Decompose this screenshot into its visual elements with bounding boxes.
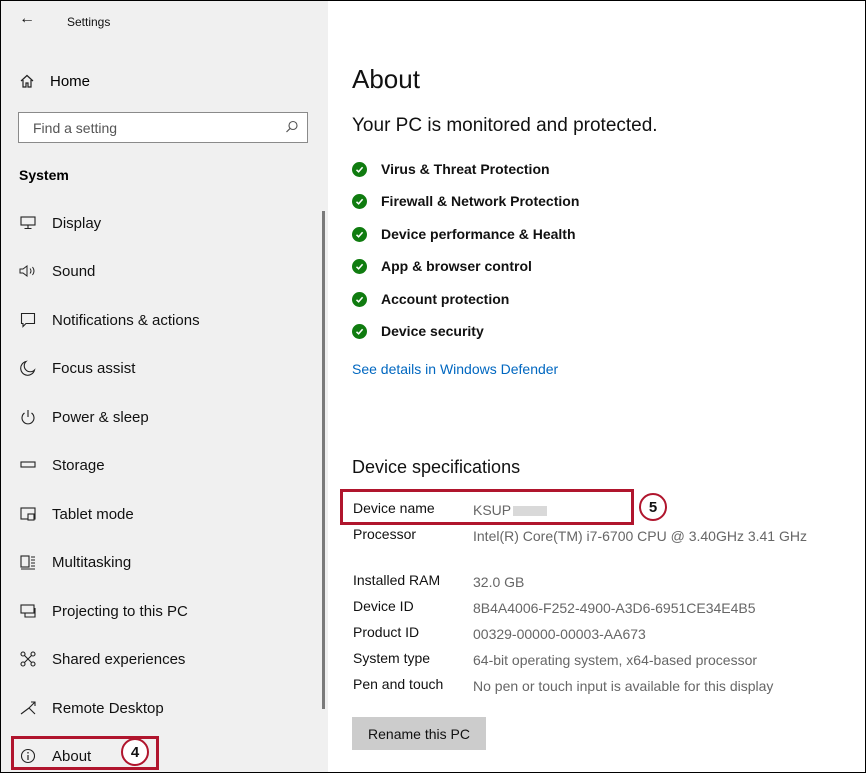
sidebar-item-multitasking[interactable]: Multitasking bbox=[1, 538, 321, 586]
focus-assist-icon bbox=[19, 359, 37, 377]
sidebar-item-power-sleep[interactable]: Power & sleep bbox=[1, 393, 321, 441]
sidebar-item-shared-experiences[interactable]: Shared experiences bbox=[1, 635, 321, 683]
home-link[interactable]: Home bbox=[19, 70, 90, 92]
rename-pc-button[interactable]: Rename this PC bbox=[352, 717, 486, 750]
storage-icon bbox=[19, 456, 37, 474]
protection-label: Firewall & Network Protection bbox=[381, 193, 580, 209]
redacted-blur bbox=[513, 506, 548, 517]
check-circle-icon bbox=[352, 258, 367, 274]
remote-desktop-icon bbox=[19, 699, 37, 717]
sidebar-item-label: Storage bbox=[52, 456, 105, 474]
windows-defender-link[interactable]: See details in Windows Defender bbox=[352, 361, 558, 377]
protection-item: Virus & Threat Protection bbox=[352, 158, 672, 180]
sidebar-item-label: Sound bbox=[52, 262, 96, 280]
spec-key: Installed RAM bbox=[353, 572, 441, 588]
sidebar-scrollbar[interactable] bbox=[322, 211, 325, 709]
protection-label: Account protection bbox=[381, 291, 510, 307]
sidebar-item-label: Display bbox=[52, 214, 102, 232]
home-label: Home bbox=[50, 72, 91, 90]
display-icon bbox=[19, 214, 37, 232]
check-circle-icon bbox=[352, 291, 367, 307]
search-icon[interactable] bbox=[285, 120, 299, 139]
settings-window: ← Settings Home System Display Sound bbox=[0, 0, 866, 773]
projecting-icon bbox=[19, 602, 37, 620]
protection-label: Virus & Threat Protection bbox=[381, 161, 550, 177]
sidebar-item-label: Power & sleep bbox=[52, 408, 149, 426]
search-input[interactable] bbox=[19, 113, 273, 142]
specs-title: Device specifications bbox=[352, 457, 521, 477]
search-box bbox=[18, 112, 308, 143]
sidebar-item-label: Notifications & actions bbox=[52, 311, 200, 329]
power-icon bbox=[19, 408, 37, 426]
sidebar-item-tablet-mode[interactable]: Tablet mode bbox=[1, 490, 321, 538]
shared-experiences-icon bbox=[19, 650, 37, 668]
spec-key: Product ID bbox=[353, 624, 420, 640]
spec-value: No pen or touch input is available for t… bbox=[473, 678, 774, 694]
spec-key: Pen and touch bbox=[353, 676, 444, 692]
tablet-mode-icon bbox=[19, 505, 37, 523]
spec-value: Intel(R) Core(TM) i7-6700 CPU @ 3.40GHz … bbox=[473, 528, 807, 544]
device-name-value: KSUP bbox=[473, 502, 512, 518]
section-title: System bbox=[19, 167, 69, 183]
notifications-icon bbox=[19, 311, 37, 329]
protection-label: Device security bbox=[381, 323, 484, 339]
home-icon bbox=[19, 73, 35, 89]
sound-icon bbox=[19, 262, 37, 280]
protection-item: Device security bbox=[352, 320, 672, 342]
protection-item: Firewall & Network Protection bbox=[352, 190, 672, 212]
check-circle-icon bbox=[352, 161, 367, 177]
sidebar-item-label: Multitasking bbox=[52, 553, 132, 571]
sidebar-item-projecting[interactable]: Projecting to this PC bbox=[1, 587, 321, 635]
multitasking-icon bbox=[19, 553, 37, 571]
sidebar-item-label: Remote Desktop bbox=[52, 699, 164, 717]
spec-value: 8B4A4006-F252-4900-A3D6-6951CE34E4B5 bbox=[473, 600, 756, 616]
sidebar-item-focus-assist[interactable]: Focus assist bbox=[1, 344, 321, 392]
spec-key: Device name bbox=[353, 500, 435, 516]
sidebar-item-label: Shared experiences bbox=[52, 650, 186, 668]
title-bar: ← Settings bbox=[1, 1, 328, 39]
app-title: Settings bbox=[67, 15, 111, 29]
protection-label: App & browser control bbox=[381, 258, 532, 274]
sidebar-item-display[interactable]: Display bbox=[1, 199, 321, 247]
back-arrow-icon[interactable]: ← bbox=[19, 11, 35, 27]
spec-value: 00329-00000-00003-AA673 bbox=[473, 626, 646, 642]
check-circle-icon bbox=[352, 226, 367, 242]
monitor-status: Your PC is monitored and protected. bbox=[352, 115, 658, 136]
protection-item: Device performance & Health bbox=[352, 223, 672, 245]
sidebar-item-label: Focus assist bbox=[52, 359, 136, 377]
sidebar-item-remote-desktop[interactable]: Remote Desktop bbox=[1, 684, 321, 732]
spec-value: 64-bit operating system, x64-based proce… bbox=[473, 652, 758, 668]
spec-key: Device ID bbox=[353, 598, 414, 614]
protection-item: App & browser control bbox=[352, 255, 672, 277]
spec-value: 32.0 GB bbox=[473, 574, 525, 590]
page-title: About bbox=[352, 64, 420, 94]
spec-value: KSUP bbox=[473, 500, 813, 520]
protection-item: Account protection bbox=[352, 288, 672, 310]
sidebar-item-sound[interactable]: Sound bbox=[1, 247, 321, 295]
spec-key: Processor bbox=[353, 526, 417, 542]
main-content: About Your PC is monitored and protected… bbox=[328, 1, 865, 772]
check-circle-icon bbox=[352, 193, 367, 209]
sidebar-item-label: Projecting to this PC bbox=[52, 602, 188, 620]
sidebar-item-storage[interactable]: Storage bbox=[1, 441, 321, 489]
sidebar-item-notifications[interactable]: Notifications & actions bbox=[1, 296, 321, 344]
protection-label: Device performance & Health bbox=[381, 226, 576, 242]
spec-key: System type bbox=[353, 650, 431, 666]
check-circle-icon bbox=[352, 323, 367, 339]
sidebar: ← Settings Home System Display Sound bbox=[1, 1, 328, 772]
step-4-callout: 4 bbox=[121, 738, 149, 766]
sidebar-item-label: Tablet mode bbox=[52, 505, 134, 523]
